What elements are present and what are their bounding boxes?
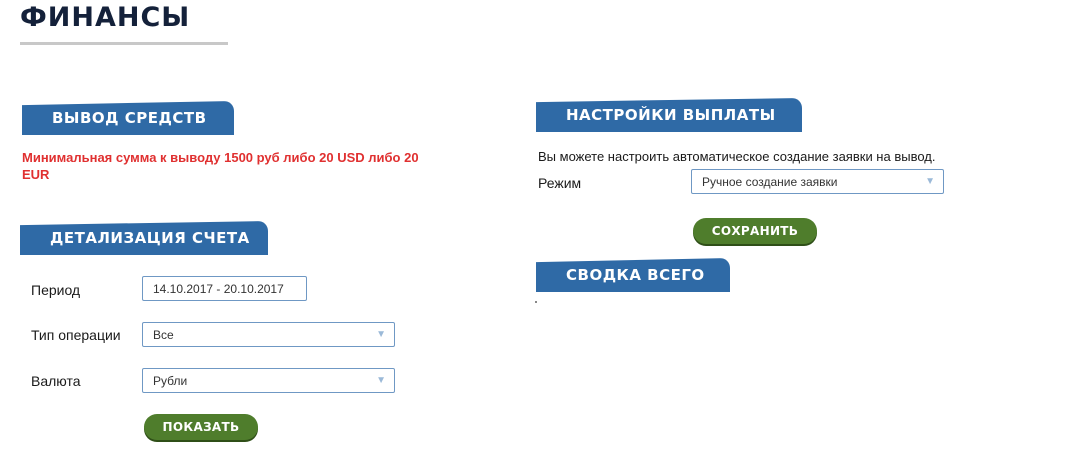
details-section-tab: ДЕТАЛИЗАЦИЯ СЧЕТА xyxy=(20,221,268,255)
payout-info-text: Вы можете настроить автоматическое созда… xyxy=(538,149,936,164)
currency-label: Валюта xyxy=(31,373,81,389)
payout-heading: НАСТРОЙКИ ВЫПЛАТЫ xyxy=(566,106,776,124)
summary-heading: СВОДКА ВСЕГО xyxy=(566,266,705,284)
period-value: 14.10.2017 - 20.10.2017 xyxy=(153,281,284,296)
chevron-down-icon: ▼ xyxy=(925,176,935,187)
payout-section-tab: НАСТРОЙКИ ВЫПЛАТЫ xyxy=(536,98,802,132)
title-underline xyxy=(20,42,228,45)
mode-select[interactable]: Ручное создание заявки ▼ xyxy=(691,169,944,194)
withdraw-heading: ВЫВОД СРЕДСТВ xyxy=(52,109,207,127)
summary-section-tab: СВОДКА ВСЕГО xyxy=(536,258,730,292)
currency-value: Рубли xyxy=(153,373,188,388)
operation-type-value: Все xyxy=(153,327,174,342)
period-input[interactable]: 14.10.2017 - 20.10.2017 xyxy=(142,276,307,301)
summary-placeholder-dot xyxy=(535,301,537,303)
withdraw-section-tab: ВЫВОД СРЕДСТВ xyxy=(22,101,234,135)
save-button-label: СОХРАНИТЬ xyxy=(711,224,799,238)
show-button[interactable]: ПОКАЗАТЬ xyxy=(144,414,258,440)
mode-label: Режим xyxy=(538,175,582,191)
operation-type-select[interactable]: Все ▼ xyxy=(142,322,395,347)
details-heading: ДЕТАЛИЗАЦИЯ СЧЕТА xyxy=(50,229,250,247)
min-withdraw-notice: Минимальная сумма к выводу 1500 руб либо… xyxy=(22,150,419,182)
page-title: ФИНАНСЫ xyxy=(20,2,191,33)
chevron-down-icon: ▼ xyxy=(376,375,386,386)
period-label: Период xyxy=(31,282,81,298)
save-button[interactable]: СОХРАНИТЬ xyxy=(693,218,817,244)
currency-select[interactable]: Рубли ▼ xyxy=(142,368,395,393)
operation-type-label: Тип операции xyxy=(31,327,121,343)
mode-value: Ручное создание заявки xyxy=(702,174,838,189)
show-button-label: ПОКАЗАТЬ xyxy=(162,420,240,434)
chevron-down-icon: ▼ xyxy=(376,329,386,340)
